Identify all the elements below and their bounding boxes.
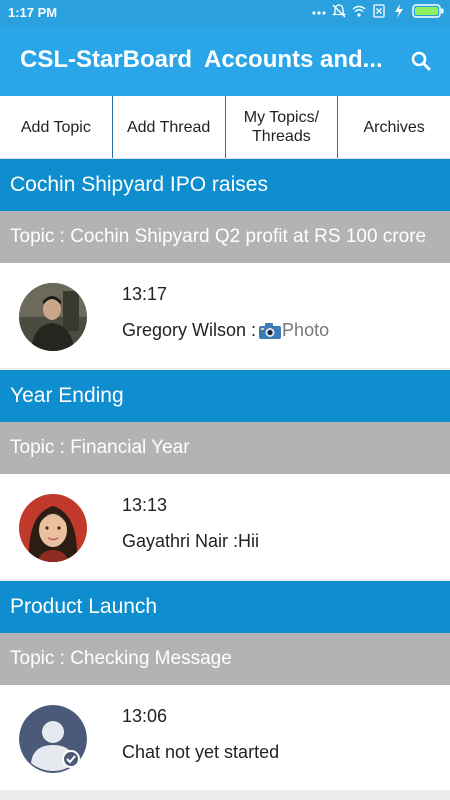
topic-row[interactable]: Topic : Financial Year (0, 422, 450, 474)
message-text: Photo (282, 320, 330, 340)
app-bar: CSL-StarBoard Accounts and... (0, 26, 450, 96)
thread-time: 13:06 (122, 706, 168, 726)
tab-archives[interactable]: Archives (338, 96, 450, 158)
camera-icon (258, 322, 282, 340)
sender-name: Gregory Wilson : (122, 320, 257, 340)
mute-bell-icon (332, 4, 346, 18)
wifi-icon (352, 4, 366, 18)
thread-last-message: Gregory Wilson : Photo (122, 320, 329, 341)
sender-name: Gayathri Nair : (122, 531, 239, 551)
avatar (19, 494, 87, 562)
thread-last-message: Gayathri Nair : Hii (122, 531, 259, 552)
charging-icon (392, 4, 406, 18)
default-user-icon (19, 705, 87, 773)
app-title: CSL-StarBoard (20, 46, 193, 73)
no-sim-icon (372, 4, 386, 18)
tab-add-thread[interactable]: Add Thread (113, 96, 226, 158)
status-time: 1:17 PM (8, 5, 58, 20)
search-icon[interactable] (408, 48, 434, 74)
status-bar: 1:17 PM (0, 0, 450, 26)
more-dots-icon (312, 4, 326, 18)
group-header[interactable]: Year Ending (0, 370, 450, 422)
message-text: Hii (238, 531, 260, 551)
topic-row[interactable]: Topic : Checking Message (0, 633, 450, 685)
thread-time: 13:13 (122, 495, 168, 515)
tab-add-topic[interactable]: Add Topic (0, 96, 113, 158)
avatar (19, 283, 87, 351)
thread-last-message: Chat not yet started (122, 742, 280, 762)
tab-bar: Add Topic Add Thread My Topics/ Threads … (0, 96, 450, 159)
group-header[interactable]: Product Launch (0, 581, 450, 633)
tab-my-topics-threads[interactable]: My Topics/ Threads (226, 96, 339, 158)
thread-row[interactable]: 13:13 Gayathri Nair : Hii (0, 474, 450, 579)
thread-time: 13:17 (122, 284, 168, 304)
topic-row[interactable]: Topic : Cochin Shipyard Q2 profit at RS … (0, 211, 450, 263)
group-header[interactable]: Cochin Shipyard IPO raises (0, 159, 450, 211)
thread-row[interactable]: 13:06 Chat not yet started (0, 685, 450, 790)
thread-row[interactable]: 13:17 Gregory Wilson : Photo (0, 263, 450, 368)
app-subtitle: Accounts and... (204, 46, 383, 73)
battery-icon (412, 4, 444, 18)
